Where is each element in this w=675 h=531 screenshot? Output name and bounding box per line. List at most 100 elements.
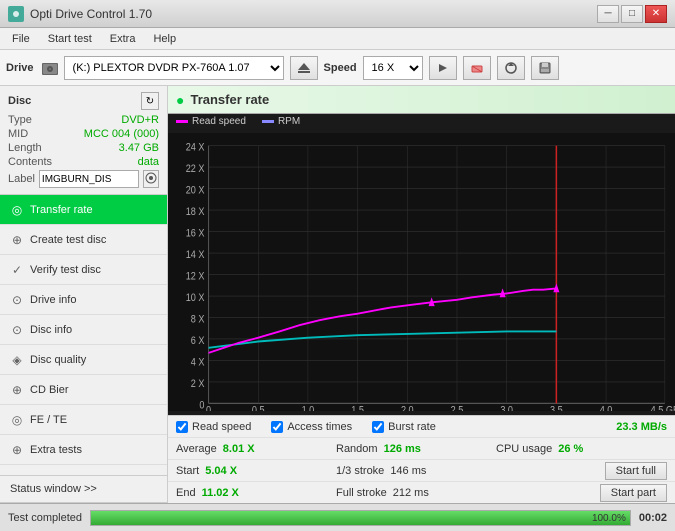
right-panel: ● Transfer rate Read speed RPM <box>168 86 675 503</box>
nav-menu: ◎ Transfer rate ⊕ Create test disc ✓ Ver… <box>0 195 167 475</box>
minimize-button[interactable]: ─ <box>597 5 619 23</box>
read-speed-checkbox[interactable] <box>176 421 188 433</box>
refresh-button[interactable] <box>497 56 525 80</box>
label-input[interactable] <box>39 170 139 188</box>
legend-read-speed: Read speed <box>176 116 246 127</box>
svg-text:2.5: 2.5 <box>451 405 464 411</box>
menu-file[interactable]: File <box>4 31 38 47</box>
stats-row-1: Average 8.01 X Random 126 ms CPU usage 2… <box>168 437 675 459</box>
access-times-checkbox[interactable] <box>271 421 283 433</box>
app-title: Opti Drive Control 1.70 <box>30 7 152 21</box>
disc-title: Disc <box>8 95 31 107</box>
chart-header: ● Transfer rate <box>168 86 675 114</box>
close-button[interactable]: ✕ <box>645 5 667 23</box>
verify-test-icon: ✓ <box>10 263 24 277</box>
drive-label: Drive <box>6 62 34 74</box>
nav-verify-test-disc[interactable]: ✓ Verify test disc <box>0 255 167 285</box>
legend-rpm: RPM <box>262 116 300 127</box>
fe-te-icon: ◎ <box>10 413 24 427</box>
cpu-stat: CPU usage 26 % <box>496 443 656 455</box>
apply-speed-button[interactable] <box>429 56 457 80</box>
nav-fe-te[interactable]: ◎ FE / TE <box>0 405 167 435</box>
read-speed-checkbox-item: Read speed <box>176 421 251 433</box>
nav-transfer-rate[interactable]: ◎ Transfer rate <box>0 195 167 225</box>
svg-text:10 X: 10 X <box>186 292 205 304</box>
svg-text:2 X: 2 X <box>191 378 205 390</box>
disc-quality-icon: ◈ <box>10 353 24 367</box>
svg-text:16 X: 16 X <box>186 228 205 240</box>
menu-bar: File Start test Extra Help <box>0 28 675 50</box>
disc-info-icon: ⊙ <box>10 323 24 337</box>
chart-icon: ● <box>176 92 184 108</box>
drive-info-icon: ⊙ <box>10 293 24 307</box>
menu-extra[interactable]: Extra <box>102 31 144 47</box>
full-stroke-stat: Full stroke 212 ms <box>336 487 496 499</box>
status-window-button[interactable]: Status window >> <box>0 475 167 503</box>
mid-label: MID <box>8 128 28 140</box>
save-button[interactable] <box>531 56 559 80</box>
burst-rate-checkbox[interactable] <box>372 421 384 433</box>
svg-text:4.0: 4.0 <box>600 405 613 411</box>
menu-start-test[interactable]: Start test <box>40 31 100 47</box>
svg-text:3.5: 3.5 <box>550 405 563 411</box>
nav-disc-quality[interactable]: ◈ Disc quality <box>0 345 167 375</box>
app-icon <box>8 6 24 22</box>
nav-drive-info[interactable]: ⊙ Drive info <box>0 285 167 315</box>
svg-text:0.5: 0.5 <box>252 405 265 411</box>
length-label: Length <box>8 142 42 154</box>
maximize-button[interactable]: □ <box>621 5 643 23</box>
svg-text:6 X: 6 X <box>191 335 205 347</box>
cd-bier-icon: ⊕ <box>10 383 24 397</box>
title-bar: Opti Drive Control 1.70 ─ □ ✕ <box>0 0 675 28</box>
legend-rpm-color <box>262 120 274 123</box>
stats-row-2: Start 5.04 X 1/3 stroke 146 ms Start ful… <box>168 459 675 481</box>
svg-text:1.5: 1.5 <box>351 405 364 411</box>
menu-help[interactable]: Help <box>145 31 184 47</box>
speed-label: Speed <box>324 62 357 74</box>
speed-select[interactable]: 16 X <box>363 56 423 80</box>
legend-read-speed-color <box>176 120 188 123</box>
label-edit-button[interactable] <box>143 170 159 188</box>
progress-label: Test completed <box>8 512 82 524</box>
svg-text:0: 0 <box>206 405 211 411</box>
length-value: 3.47 GB <box>119 142 159 154</box>
disc-section: Disc ↻ Type DVD+R MID MCC 004 (000) Leng… <box>0 86 167 195</box>
nav-disc-info[interactable]: ⊙ Disc info <box>0 315 167 345</box>
mid-value: MCC 004 (000) <box>84 128 159 140</box>
access-times-checkbox-item: Access times <box>271 421 352 433</box>
chart-legend: Read speed RPM <box>168 114 675 129</box>
label-label: Label <box>8 173 35 185</box>
random-stat: Random 126 ms <box>336 443 496 455</box>
start-full-button[interactable]: Start full <box>605 462 667 480</box>
start-part-button[interactable]: Start part <box>600 484 667 502</box>
progress-fill <box>91 511 630 525</box>
svg-text:1.0: 1.0 <box>302 405 315 411</box>
svg-text:24 X: 24 X <box>186 142 205 154</box>
svg-text:3.0: 3.0 <box>500 405 513 411</box>
create-test-icon: ⊕ <box>10 233 24 247</box>
nav-create-test-disc[interactable]: ⊕ Create test disc <box>0 225 167 255</box>
erase-button[interactable] <box>463 56 491 80</box>
chart-area: 24 X 22 X 20 X 18 X 16 X 14 X 12 X 10 X … <box>168 129 675 415</box>
start-stat: Start 5.04 X <box>176 465 336 477</box>
extra-tests-icon: ⊕ <box>10 443 24 457</box>
title-bar-left: Opti Drive Control 1.70 <box>8 6 152 22</box>
burst-rate-value: 23.3 MB/s <box>616 421 667 433</box>
checkboxes-row: Read speed Access times Burst rate 23.3 … <box>168 415 675 437</box>
type-label: Type <box>8 114 32 126</box>
progress-track: 100.0% <box>90 510 631 526</box>
drive-select[interactable]: (K:) PLEXTOR DVDR PX-760A 1.07 <box>64 56 284 80</box>
eject-button[interactable] <box>290 56 318 80</box>
nav-extra-tests[interactable]: ⊕ Extra tests <box>0 435 167 465</box>
progress-bar-container: Test completed 100.0% 00:02 <box>0 503 675 531</box>
sidebar: Disc ↻ Type DVD+R MID MCC 004 (000) Leng… <box>0 86 168 503</box>
svg-text:2.0: 2.0 <box>401 405 414 411</box>
nav-cd-bier[interactable]: ⊕ CD Bier <box>0 375 167 405</box>
stats-row-3: End 11.02 X Full stroke 212 ms Start par… <box>168 481 675 503</box>
progress-percent: 100.0% <box>592 511 626 527</box>
svg-text:20 X: 20 X <box>186 185 205 197</box>
contents-value: data <box>138 156 159 168</box>
svg-text:12 X: 12 X <box>186 271 205 283</box>
svg-text:22 X: 22 X <box>186 163 205 175</box>
disc-refresh-button[interactable]: ↻ <box>141 92 159 110</box>
